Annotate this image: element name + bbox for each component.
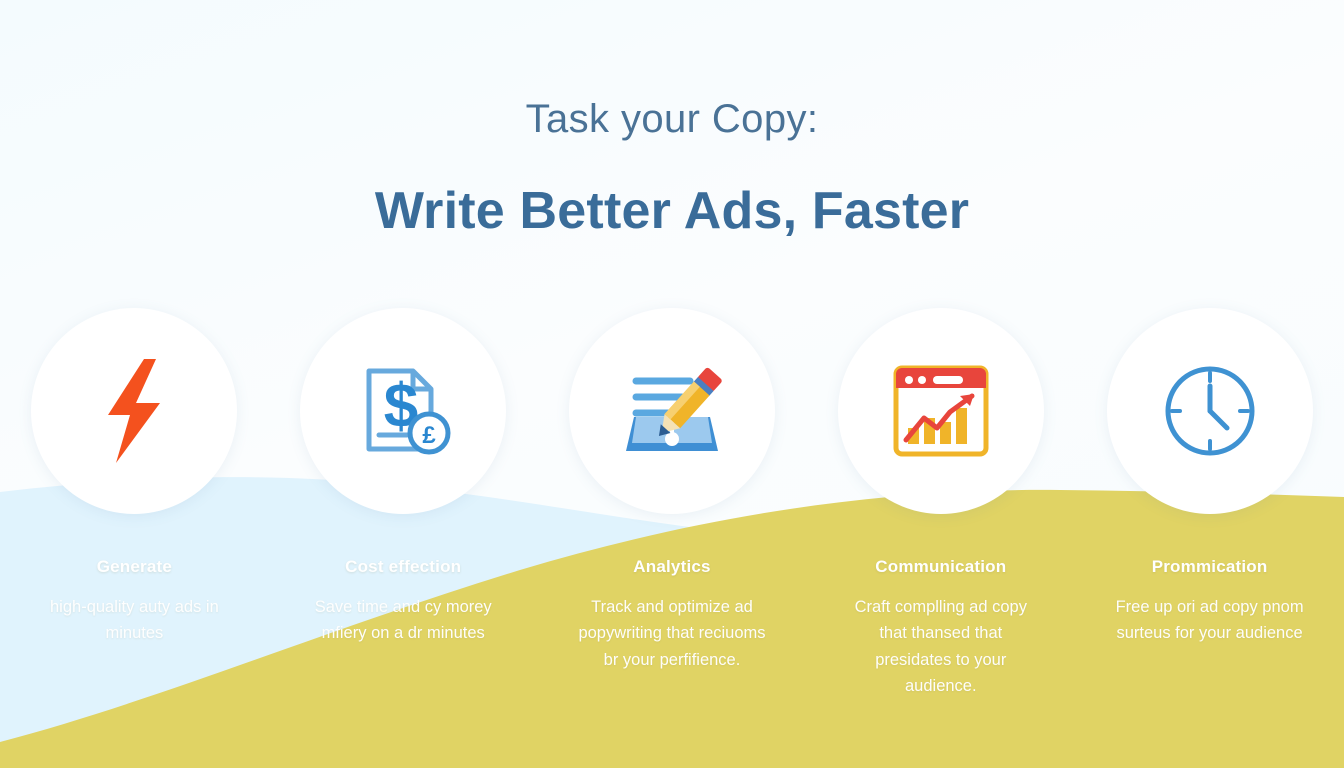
icon-circle bbox=[31, 308, 238, 514]
infographic-canvas: Task your Copy: Write Better Ads, Faster… bbox=[0, 0, 1344, 768]
icon-circle bbox=[568, 308, 775, 514]
icon-circle bbox=[837, 308, 1044, 514]
feature-item: Communication Craft complling ad copy th… bbox=[806, 308, 1075, 728]
feature-caption: Prommication Free up ori ad copy pnom su… bbox=[1075, 556, 1344, 647]
feature-body: Save time and cy morey mfiery on a dr mi… bbox=[314, 598, 492, 643]
icon-circle bbox=[1106, 308, 1313, 514]
clock-icon bbox=[1165, 366, 1255, 456]
feature-item: Analytics Track and optimize ad popywrit… bbox=[538, 308, 807, 728]
feature-item: Generate high-quality auty ads in minute… bbox=[0, 308, 269, 728]
notebook-pencil-icon bbox=[625, 367, 722, 451]
feature-caption: Analytics Track and optimize ad popywrit… bbox=[538, 556, 807, 673]
lightning-bolt-icon bbox=[108, 359, 161, 463]
page-title: Write Better Ads, Faster bbox=[374, 182, 970, 240]
feature-item: Prommication Free up ori ad copy pnom su… bbox=[1075, 308, 1344, 728]
feature-caption: Generate high-quality auty ads in minute… bbox=[0, 556, 269, 647]
headline-block: Task your Copy: Write Better Ads, Faster bbox=[0, 96, 1344, 242]
eyebrow-text: Task your Copy: bbox=[525, 97, 819, 141]
feature-title: Prommication bbox=[1151, 557, 1268, 576]
feature-title: Communication bbox=[875, 557, 1007, 576]
document-dollar-icon: $ £ bbox=[366, 368, 451, 455]
feature-body: Track and optimize ad popywriting that r… bbox=[578, 598, 766, 669]
feature-body: Free up ori ad copy pnom surteus for you… bbox=[1115, 598, 1304, 643]
svg-text:£: £ bbox=[423, 422, 437, 449]
feature-body: high-quality auty ads in minutes bbox=[50, 598, 219, 643]
feature-body: Craft complling ad copy that thansed tha… bbox=[854, 598, 1027, 696]
feature-caption: Cost effection Save time and cy morey mf… bbox=[269, 556, 538, 647]
feature-row: Generate high-quality auty ads in minute… bbox=[0, 308, 1344, 728]
feature-title: Generate bbox=[96, 557, 173, 576]
browser-chart-icon bbox=[893, 365, 989, 457]
feature-title: Cost effection bbox=[345, 557, 462, 576]
feature-title: Analytics bbox=[633, 557, 711, 576]
icon-circle: $ £ bbox=[300, 308, 507, 514]
feature-item: $ £ Cost effection Save time and cy more… bbox=[269, 308, 538, 728]
feature-caption: Communication Craft complling ad copy th… bbox=[806, 556, 1075, 700]
